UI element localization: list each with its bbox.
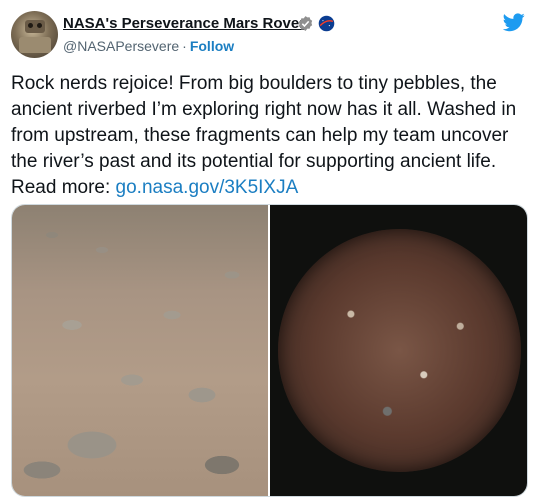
media-grid: [11, 204, 528, 497]
tweet-link[interactable]: go.nasa.gov/3K5IXJA: [116, 177, 299, 198]
avatar-rover-camera: [28, 23, 33, 28]
account-name[interactable]: NASA's Perseverance Mars Rover: [63, 15, 305, 32]
media-photo-boulders[interactable]: [12, 205, 268, 496]
tweet-text: Rock nerds rejoice! From big boulders to…: [11, 71, 536, 201]
account-handle-row: @NASAPersevere · Follow: [63, 38, 234, 54]
media-photo-rock-sample[interactable]: [270, 205, 527, 496]
rock-sample-disc: [278, 229, 521, 472]
account-handle[interactable]: @NASAPersevere: [63, 38, 179, 54]
avatar-rover-body: [19, 37, 51, 53]
verified-badge-icon: [298, 16, 313, 31]
nasa-logo-icon: [318, 15, 335, 32]
tweet-card: NASA's Perseverance Mars Rover @NASAPers…: [0, 0, 544, 499]
separator: ·: [182, 38, 187, 54]
twitter-bird-icon[interactable]: [503, 13, 525, 32]
avatar-rover-camera: [37, 23, 42, 28]
avatar[interactable]: [11, 11, 58, 58]
follow-button[interactable]: Follow: [190, 38, 234, 54]
